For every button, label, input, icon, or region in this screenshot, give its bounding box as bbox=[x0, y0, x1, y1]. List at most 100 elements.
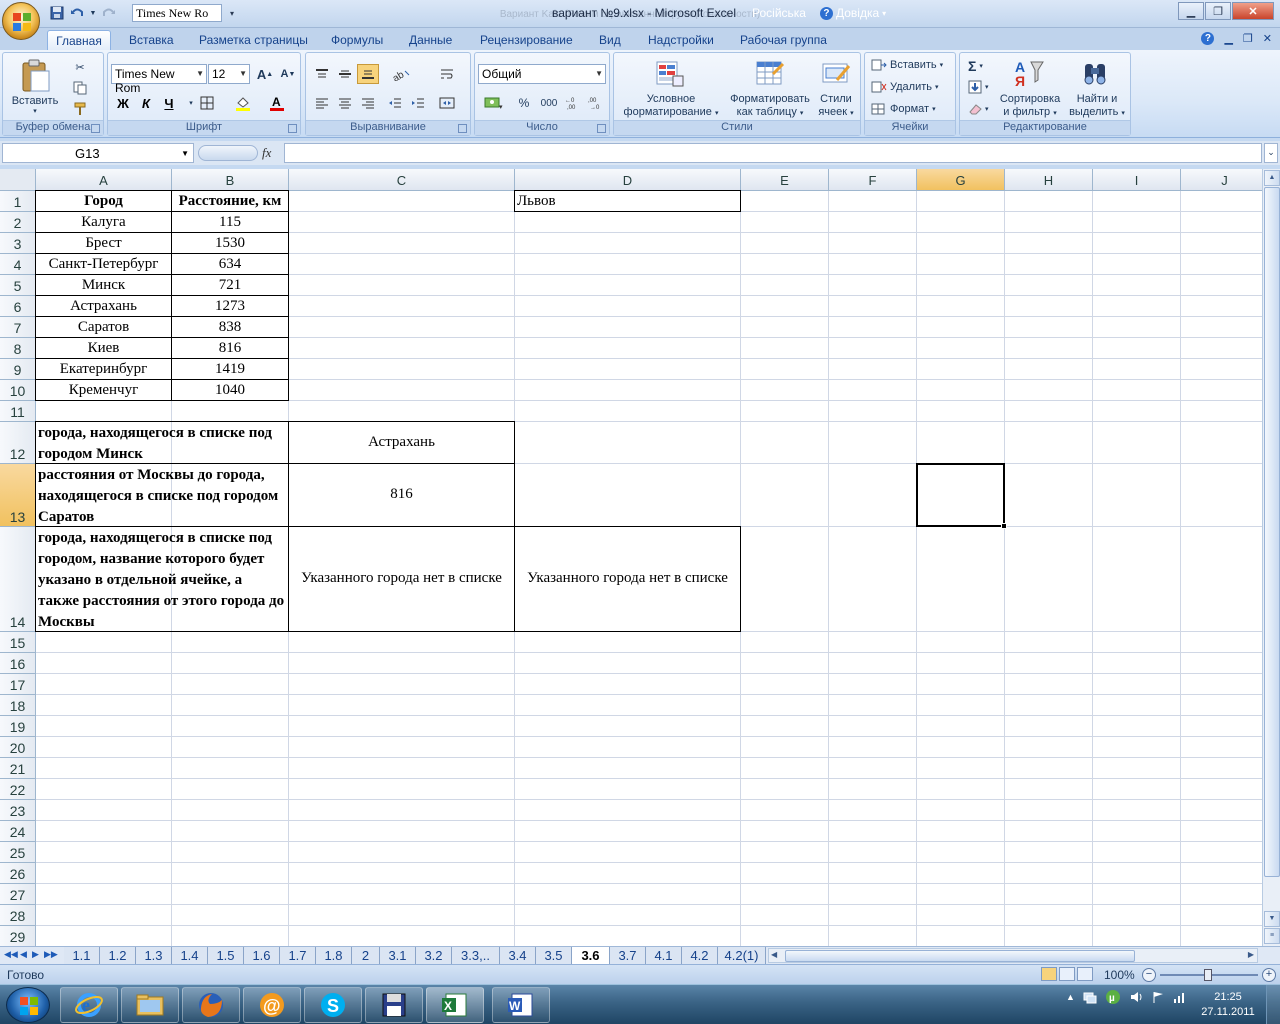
delete-cells-button[interactable]: Удалить ▾ bbox=[871, 80, 939, 94]
number-format-combo[interactable]: Общий ▼ bbox=[478, 64, 606, 84]
row-header-26[interactable]: 26 bbox=[0, 863, 36, 884]
page-break-view-icon[interactable] bbox=[1077, 967, 1093, 981]
taskbar-skype[interactable]: S bbox=[304, 987, 362, 1023]
row-header-28[interactable]: 28 bbox=[0, 905, 36, 926]
qat-customize-icon[interactable]: ▾ bbox=[230, 4, 234, 22]
zoom-slider-thumb[interactable] bbox=[1204, 969, 1212, 981]
taskbar-internet-explorer[interactable]: e bbox=[60, 987, 118, 1023]
cell-b7[interactable]: 838 bbox=[171, 316, 289, 338]
format-cells-button[interactable]: Формат ▾ bbox=[871, 102, 936, 116]
zoom-out-icon[interactable]: − bbox=[1142, 968, 1156, 982]
cell-b2[interactable]: 115 bbox=[171, 211, 289, 233]
split-handle-icon[interactable]: ≡ bbox=[1264, 928, 1280, 944]
row-header-16[interactable]: 16 bbox=[0, 653, 36, 674]
select-all-corner[interactable] bbox=[0, 169, 36, 191]
cell-c12[interactable]: Астрахань bbox=[288, 421, 515, 464]
sheet-tab-3-4[interactable]: 3.4 bbox=[500, 947, 536, 964]
row-header-14[interactable]: 14 bbox=[0, 527, 36, 632]
cell-b6[interactable]: 1273 bbox=[171, 295, 289, 317]
scroll-down-icon[interactable]: ▼ bbox=[1264, 911, 1280, 927]
row-header-13[interactable]: 13 bbox=[0, 464, 36, 527]
scroll-right-icon[interactable]: ▶ bbox=[1248, 950, 1254, 959]
sort-filter-icon[interactable]: AЯ bbox=[1012, 57, 1046, 89]
bold-button[interactable]: Ж bbox=[112, 93, 134, 113]
tray-expand-icon[interactable]: ▲ bbox=[1066, 992, 1075, 1002]
column-header-a[interactable]: A bbox=[36, 169, 172, 191]
row-header-21[interactable]: 21 bbox=[0, 758, 36, 779]
cell-d14[interactable]: Указанного города нет в списке bbox=[514, 526, 741, 632]
column-header-h[interactable]: H bbox=[1005, 169, 1093, 191]
ribbon-close-icon[interactable]: ✕ bbox=[1263, 32, 1272, 45]
format-as-table-button[interactable]: Форматировать как таблицу ▾ bbox=[724, 93, 816, 120]
align-center-icon[interactable] bbox=[334, 93, 356, 113]
column-header-j[interactable]: J bbox=[1181, 169, 1262, 191]
row-header-10[interactable]: 10 bbox=[0, 380, 36, 401]
zoom-level[interactable]: 100% bbox=[1104, 968, 1135, 982]
row-header-6[interactable]: 6 bbox=[0, 296, 36, 317]
formula-input[interactable] bbox=[284, 143, 1262, 163]
currency-format-icon[interactable]: ▾ bbox=[479, 93, 509, 113]
vertical-scroll-thumb[interactable] bbox=[1264, 187, 1280, 877]
increase-indent-icon[interactable] bbox=[407, 93, 429, 113]
tab-view[interactable]: Вид bbox=[599, 30, 621, 50]
conditional-formatting-icon[interactable] bbox=[654, 59, 686, 89]
formula-bar-expand-icon[interactable]: ⌄ bbox=[1264, 143, 1278, 163]
row-header-9[interactable]: 9 bbox=[0, 359, 36, 380]
column-header-c[interactable]: C bbox=[289, 169, 515, 191]
conditional-formatting-button[interactable]: Условное форматирование ▾ bbox=[618, 93, 724, 120]
increase-decimal-icon[interactable]: ←0,00 bbox=[563, 93, 585, 113]
row-header-12[interactable]: 12 bbox=[0, 422, 36, 464]
cell-b1[interactable]: Расстояние, км bbox=[171, 190, 289, 212]
autosum-button[interactable]: Σ ▾ bbox=[968, 58, 983, 74]
column-header-g[interactable]: G bbox=[917, 169, 1005, 191]
insert-cells-button[interactable]: Вставить ▾ bbox=[871, 58, 943, 72]
active-cell-g13[interactable] bbox=[916, 463, 1005, 527]
sheet-tab-1-6[interactable]: 1.6 bbox=[244, 947, 280, 964]
tab-formulas[interactable]: Формулы bbox=[331, 30, 383, 50]
taskbar-excel[interactable]: X bbox=[426, 987, 484, 1023]
fill-button[interactable]: ▾ bbox=[968, 80, 989, 94]
sort-filter-button[interactable]: Сортировка и фильтр ▾ bbox=[990, 93, 1070, 120]
tab-workgroup[interactable]: Рабочая группа bbox=[740, 30, 827, 50]
ribbon-minimize-icon[interactable]: ▁ bbox=[1224, 32, 1232, 45]
name-box[interactable]: G13 ▼ bbox=[2, 143, 194, 163]
vertical-scrollbar[interactable]: ▲ ▼ ≡ bbox=[1262, 169, 1280, 946]
scroll-left-icon[interactable]: ◀ bbox=[771, 950, 777, 959]
row-header-17[interactable]: 17 bbox=[0, 674, 36, 695]
cell-a6[interactable]: Астрахань bbox=[35, 295, 172, 317]
cell-c14[interactable]: Указанного города нет в списке bbox=[288, 526, 515, 632]
sheet-tab-2[interactable]: 2 bbox=[352, 947, 380, 964]
cell-d1[interactable]: Львов bbox=[514, 190, 741, 212]
row-header-23[interactable]: 23 bbox=[0, 800, 36, 821]
sheet-tab-3-6[interactable]: 3.6 bbox=[572, 947, 610, 965]
sheet-tab-1-5[interactable]: 1.5 bbox=[208, 947, 244, 964]
paste-button[interactable]: Вставить ▾ bbox=[12, 57, 58, 117]
scroll-up-icon[interactable]: ▲ bbox=[1264, 170, 1280, 186]
cell-a10[interactable]: Кременчуг bbox=[35, 379, 172, 401]
tab-review[interactable]: Рецензирование bbox=[480, 30, 573, 50]
row-header-1[interactable]: 1 bbox=[0, 191, 36, 212]
sheet-tab-3-1[interactable]: 3.1 bbox=[380, 947, 416, 964]
undo-dropdown-icon[interactable]: ▼ bbox=[88, 4, 98, 22]
cell-a3[interactable]: Брест bbox=[35, 232, 172, 254]
cell-a12[interactable]: города, находящегося в списке под городо… bbox=[35, 421, 289, 464]
row-header-25[interactable]: 25 bbox=[0, 842, 36, 863]
cell-b3[interactable]: 1530 bbox=[171, 232, 289, 254]
tab-home[interactable]: Главная bbox=[47, 30, 111, 50]
network-icon[interactable] bbox=[1083, 990, 1097, 1004]
sheet-tab-1-7[interactable]: 1.7 bbox=[280, 947, 316, 964]
font-dialog-launcher[interactable] bbox=[288, 124, 297, 133]
column-header-f[interactable]: F bbox=[829, 169, 917, 191]
prev-sheet-icon[interactable]: ◀ bbox=[20, 949, 27, 960]
show-desktop-button[interactable] bbox=[1266, 985, 1280, 1024]
cut-icon[interactable]: ✂ bbox=[69, 57, 91, 77]
sheet-tab-3-2[interactable]: 3.2 bbox=[416, 947, 452, 964]
fill-color-icon[interactable] bbox=[232, 93, 254, 113]
close-button[interactable]: ✕ bbox=[1232, 2, 1274, 20]
row-header-2[interactable]: 2 bbox=[0, 212, 36, 233]
undo-icon[interactable] bbox=[68, 4, 86, 22]
ribbon-restore-icon[interactable]: ❐ bbox=[1243, 32, 1253, 45]
taskbar-firefox[interactable] bbox=[182, 987, 240, 1023]
cell-a9[interactable]: Екатеринбург bbox=[35, 358, 172, 380]
taskbar-save-app[interactable] bbox=[365, 987, 423, 1023]
